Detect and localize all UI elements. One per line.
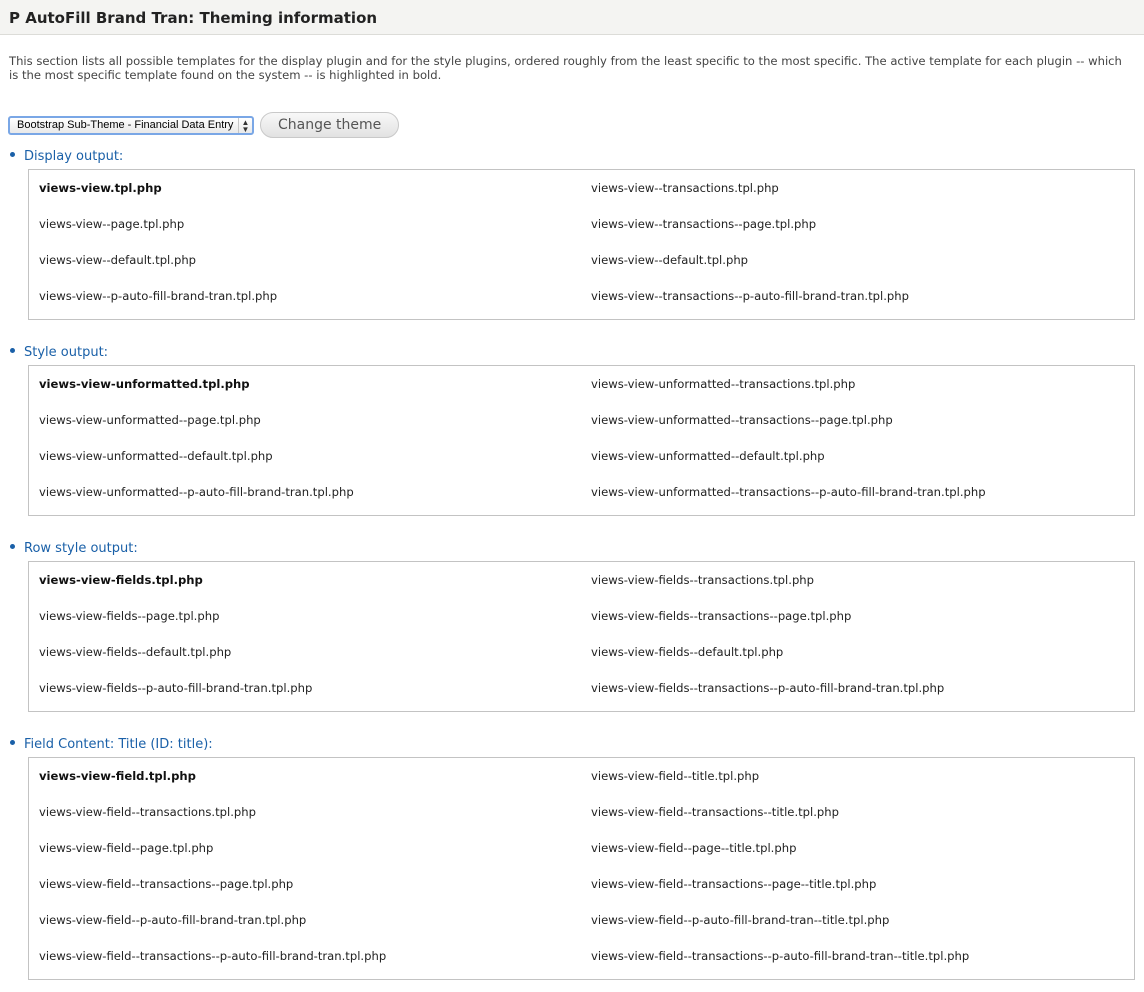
section-field-content-title: Field Content: Title (ID: title): views-… bbox=[10, 736, 1135, 980]
theme-select-value: Bootstrap Sub-Theme - Financial Data Ent… bbox=[17, 118, 234, 131]
table-row: views-view-field.tpl.php views-view-fiel… bbox=[29, 758, 1134, 794]
table-row: views-view-fields--default.tpl.php views… bbox=[29, 634, 1134, 670]
template-cell: views-view-fields--default.tpl.php bbox=[591, 645, 784, 659]
template-cell: views-view-fields--transactions--p-auto-… bbox=[591, 681, 945, 695]
table-row: views-view-field--page.tpl.php views-vie… bbox=[29, 830, 1134, 866]
template-cell: views-view-field.tpl.php bbox=[39, 769, 196, 783]
template-cell: views-view-unformatted--transactions.tpl… bbox=[591, 377, 856, 391]
bullet-icon bbox=[10, 740, 15, 745]
template-cell: views-view-field--p-auto-fill-brand-tran… bbox=[591, 913, 890, 927]
template-table: views-view-unformatted.tpl.php views-vie… bbox=[28, 365, 1135, 516]
template-cell: views-view--page.tpl.php bbox=[39, 217, 185, 231]
template-cell: views-view--transactions--p-auto-fill-br… bbox=[591, 289, 909, 303]
template-cell: views-view-field--transactions--p-auto-f… bbox=[39, 949, 387, 963]
template-cell: views-view-fields--transactions--page.tp… bbox=[591, 609, 852, 623]
table-row: views-view-unformatted--p-auto-fill-bran… bbox=[29, 474, 1134, 510]
template-cell: views-view-fields--p-auto-fill-brand-tra… bbox=[39, 681, 313, 695]
section-display-output: Display output: views-view.tpl.php views… bbox=[10, 148, 1135, 320]
template-cell: views-view-unformatted--p-auto-fill-bran… bbox=[39, 485, 354, 499]
section-heading-label: Field Content: Title (ID: title): bbox=[24, 737, 213, 752]
template-cell: views-view-field--transactions--page--ti… bbox=[591, 877, 877, 891]
template-cell: views-view-unformatted--transactions--p-… bbox=[591, 485, 986, 499]
template-cell: views-view-unformatted.tpl.php bbox=[39, 377, 250, 391]
template-cell: views-view-field--transactions--p-auto-f… bbox=[591, 949, 970, 963]
template-table: views-view-fields.tpl.php views-view-fie… bbox=[28, 561, 1135, 712]
table-row: views-view-field--transactions--p-auto-f… bbox=[29, 938, 1134, 974]
template-cell: views-view-fields--default.tpl.php bbox=[39, 645, 232, 659]
theme-select[interactable]: Bootstrap Sub-Theme - Financial Data Ent… bbox=[8, 115, 254, 135]
template-cell: views-view-field--page.tpl.php bbox=[39, 841, 214, 855]
table-row: views-view-unformatted--default.tpl.php … bbox=[29, 438, 1134, 474]
template-cell: views-view-unformatted--default.tpl.php bbox=[591, 449, 825, 463]
template-cell: views-view-field--page--title.tpl.php bbox=[591, 841, 797, 855]
table-row: views-view-fields--page.tpl.php views-vi… bbox=[29, 598, 1134, 634]
section-heading[interactable]: Style output: bbox=[10, 344, 1135, 362]
template-cell: views-view-fields.tpl.php bbox=[39, 573, 203, 587]
theme-controls: Bootstrap Sub-Theme - Financial Data Ent… bbox=[8, 111, 400, 139]
template-table: views-view-field.tpl.php views-view-fiel… bbox=[28, 757, 1135, 980]
template-cell: views-view--default.tpl.php bbox=[591, 253, 749, 267]
section-heading[interactable]: Display output: bbox=[10, 148, 1135, 166]
table-row: views-view-unformatted.tpl.php views-vie… bbox=[29, 366, 1134, 402]
bullet-icon bbox=[10, 544, 15, 549]
template-cell: views-view-field--p-auto-fill-brand-tran… bbox=[39, 913, 307, 927]
template-cell: views-view-fields--transactions.tpl.php bbox=[591, 573, 815, 587]
template-cell: views-view-unformatted--transactions--pa… bbox=[591, 413, 893, 427]
table-row: views-view-unformatted--page.tpl.php vie… bbox=[29, 402, 1134, 438]
section-heading-label: Style output: bbox=[24, 345, 109, 360]
template-cell: views-view-field--title.tpl.php bbox=[591, 769, 760, 783]
table-row: views-view-field--transactions--page.tpl… bbox=[29, 866, 1134, 902]
section-heading-label: Row style output: bbox=[24, 541, 138, 556]
template-cell: views-view--transactions.tpl.php bbox=[591, 181, 779, 195]
table-row: views-view--p-auto-fill-brand-tran.tpl.p… bbox=[29, 278, 1134, 314]
select-arrows-icon: ▲ ▼ bbox=[238, 117, 252, 133]
section-row-style-output: Row style output: views-view-fields.tpl.… bbox=[10, 540, 1135, 712]
table-row: views-view-fields.tpl.php views-view-fie… bbox=[29, 562, 1134, 598]
template-cell: views-view-field--transactions--title.tp… bbox=[591, 805, 840, 819]
template-cell: views-view-field--transactions.tpl.php bbox=[39, 805, 256, 819]
bullet-icon bbox=[10, 348, 15, 353]
table-row: views-view-field--transactions.tpl.php v… bbox=[29, 794, 1134, 830]
change-theme-button[interactable]: Change theme bbox=[260, 112, 400, 138]
template-cell: views-view-fields--page.tpl.php bbox=[39, 609, 220, 623]
section-style-output: Style output: views-view-unformatted.tpl… bbox=[10, 344, 1135, 516]
section-heading[interactable]: Row style output: bbox=[10, 540, 1135, 558]
table-row: views-view--default.tpl.php views-view--… bbox=[29, 242, 1134, 278]
template-cell: views-view-unformatted--default.tpl.php bbox=[39, 449, 273, 463]
template-cell: views-view.tpl.php bbox=[39, 181, 162, 195]
page-description: This section lists all possible template… bbox=[9, 54, 1122, 82]
page-title: P AutoFill Brand Tran: Theming informati… bbox=[0, 0, 1144, 35]
bullet-icon bbox=[10, 152, 15, 157]
table-row: views-view--page.tpl.php views-view--tra… bbox=[29, 206, 1134, 242]
template-cell: views-view--p-auto-fill-brand-tran.tpl.p… bbox=[39, 289, 278, 303]
table-row: views-view.tpl.php views-view--transacti… bbox=[29, 170, 1134, 206]
template-table: views-view.tpl.php views-view--transacti… bbox=[28, 169, 1135, 320]
section-heading[interactable]: Field Content: Title (ID: title): bbox=[10, 736, 1135, 754]
template-cell: views-view--default.tpl.php bbox=[39, 253, 197, 267]
template-cell: views-view--transactions--page.tpl.php bbox=[591, 217, 817, 231]
table-row: views-view-fields--p-auto-fill-brand-tra… bbox=[29, 670, 1134, 706]
template-cell: views-view-field--transactions--page.tpl… bbox=[39, 877, 294, 891]
table-row: views-view-field--p-auto-fill-brand-tran… bbox=[29, 902, 1134, 938]
template-cell: views-view-unformatted--page.tpl.php bbox=[39, 413, 261, 427]
section-heading-label: Display output: bbox=[24, 149, 124, 164]
